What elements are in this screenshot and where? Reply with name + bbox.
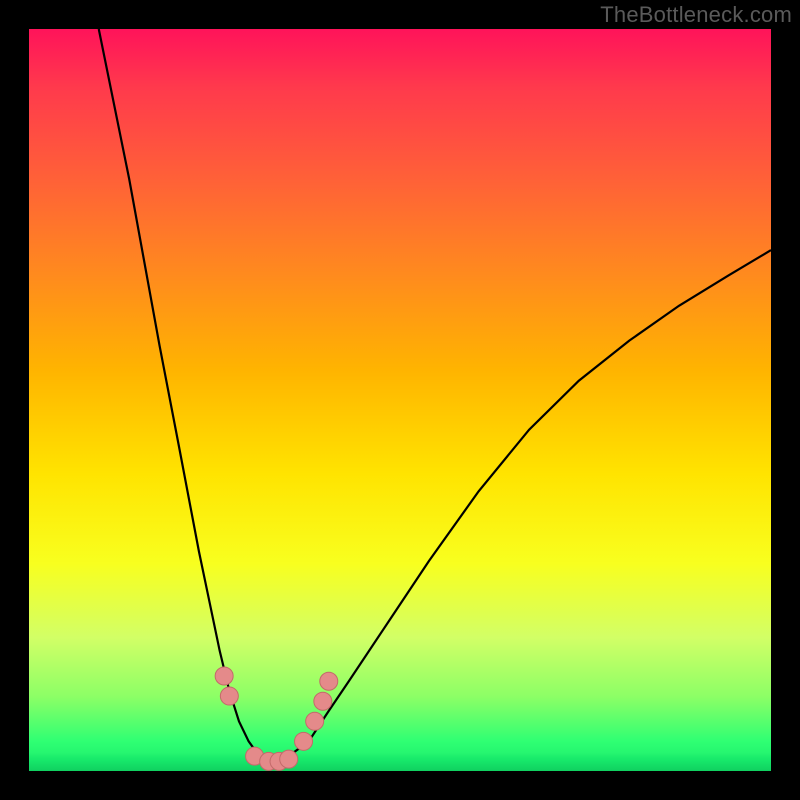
highlight-marker	[320, 672, 338, 690]
plot-area	[29, 29, 771, 771]
highlight-marker	[314, 692, 332, 710]
curve-left-branch	[99, 29, 269, 764]
chart-frame: TheBottleneck.com	[0, 0, 800, 800]
curve-right-branch	[269, 250, 771, 764]
highlight-marker	[280, 750, 298, 768]
highlight-marker	[306, 712, 324, 730]
watermark-text: TheBottleneck.com	[600, 2, 792, 28]
highlight-markers	[215, 667, 338, 770]
bottleneck-curve-svg	[29, 29, 771, 771]
highlight-marker	[220, 687, 238, 705]
highlight-marker	[295, 732, 313, 750]
curve-group	[99, 29, 771, 770]
highlight-marker	[215, 667, 233, 685]
